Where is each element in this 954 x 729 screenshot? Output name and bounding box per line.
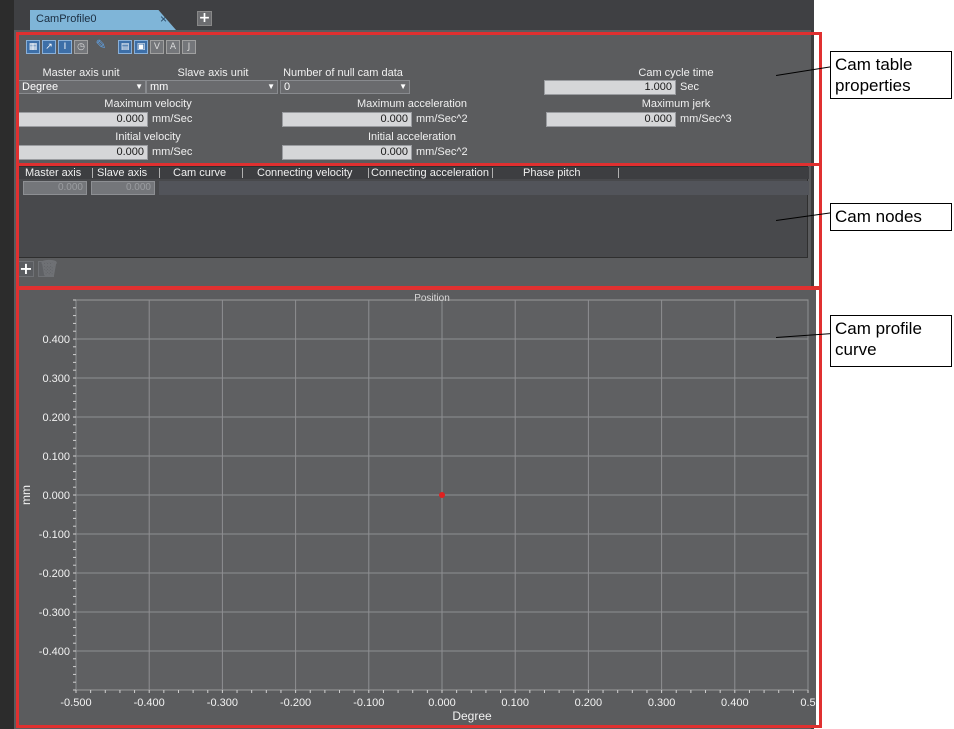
callout-curve: Cam profile curve	[830, 315, 952, 367]
highlight-nodes	[16, 163, 822, 289]
close-icon[interactable]: ×	[160, 12, 167, 26]
highlight-curve	[16, 287, 822, 728]
tab-camprofile0[interactable]: CamProfile0 ×	[30, 10, 176, 30]
callout-nodes-text: Cam nodes	[835, 207, 922, 226]
callout-curve-text: Cam profile curve	[835, 319, 922, 359]
tab-bar: CamProfile0 × +	[14, 0, 814, 30]
callout-properties-text: Cam table properties	[835, 55, 913, 95]
tab-title: CamProfile0	[36, 13, 97, 25]
highlight-properties	[16, 32, 822, 166]
callout-properties: Cam table properties	[830, 51, 952, 99]
add-tab-button[interactable]: +	[197, 11, 212, 26]
callout-nodes: Cam nodes	[830, 203, 952, 231]
